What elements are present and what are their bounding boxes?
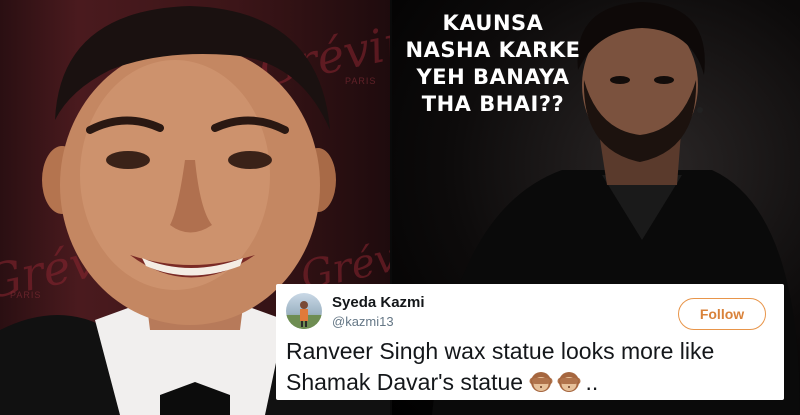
follow-button[interactable]: Follow: [678, 298, 766, 330]
tweet-text-segment: Shamak Davar's statue: [286, 369, 524, 395]
profile-photo-icon: [286, 301, 322, 329]
meme-caption: KAUNSA NASHA KARKE YEH BANAYA THA BHAI??: [398, 10, 588, 118]
caption-line: NASHA KARKE: [405, 38, 581, 62]
caption-line: KAUNSA: [442, 11, 544, 35]
caption-line: THA BHAI??: [421, 92, 565, 116]
tweet-author-name[interactable]: Syeda Kazmi: [332, 294, 425, 311]
tweet-text-line: Shamak Davar's statue ..: [286, 367, 786, 398]
see-no-evil-monkey-icon: [557, 372, 581, 392]
caption-line: YEH BANAYA: [416, 65, 570, 89]
tweet-card: Syeda Kazmi @kazmi13 Follow Ranveer Sing…: [276, 284, 784, 400]
tweet-text-line: Ranveer Singh wax statue looks more like: [286, 338, 715, 364]
see-no-evil-monkey-icon: [529, 372, 553, 392]
tweet-text-suffix: ..: [585, 369, 599, 395]
tweet-text: Ranveer Singh wax statue looks more like…: [286, 336, 786, 398]
avatar[interactable]: [286, 293, 322, 329]
tweet-author-handle[interactable]: @kazmi13: [332, 314, 394, 329]
